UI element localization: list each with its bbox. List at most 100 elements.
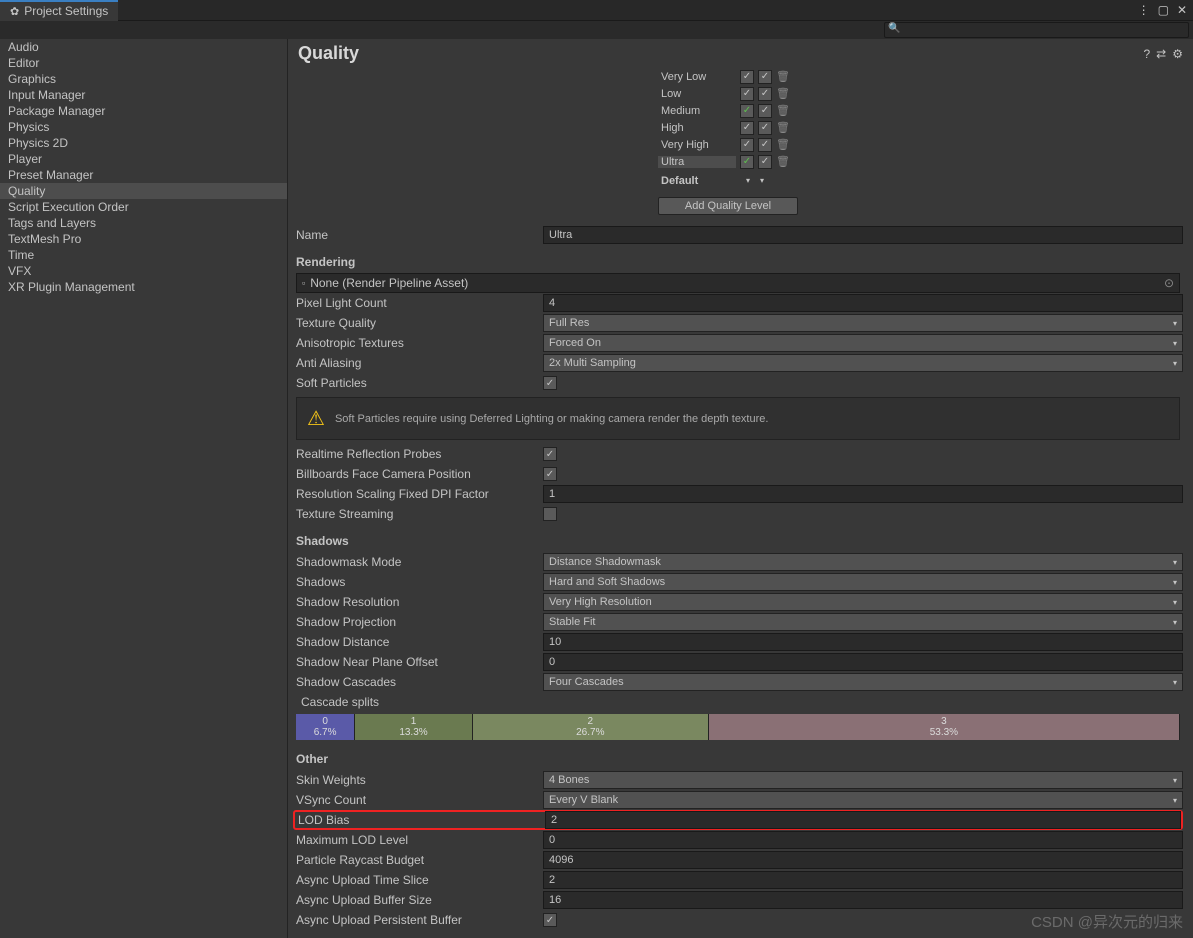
default-dropdown-2[interactable]: ▾ (760, 176, 764, 185)
content: Quality ? ⇄ ⚙ Very Low🗑Low🗑Medium🗑High🗑V… (288, 39, 1193, 938)
trash-icon[interactable]: 🗑 (776, 155, 790, 168)
sidebar-item-audio[interactable]: Audio (0, 39, 287, 55)
quality-platform-checkbox-1[interactable] (740, 70, 754, 84)
settings-icon[interactable]: ⚙ (1172, 47, 1183, 61)
pixel-light-count-field[interactable] (543, 294, 1183, 312)
help-icon[interactable]: ? (1143, 47, 1150, 61)
cascade-segment-0[interactable]: 06.7% (296, 714, 355, 740)
sidebar-item-editor[interactable]: Editor (0, 55, 287, 71)
quality-platform-checkbox-2[interactable] (758, 121, 772, 135)
skin-weights-dropdown[interactable]: 4 Bones▾ (543, 771, 1183, 789)
sidebar-item-tags-and-layers[interactable]: Tags and Layers (0, 215, 287, 231)
sidebar-item-player[interactable]: Player (0, 151, 287, 167)
billboards-face-camera-position-checkbox[interactable] (543, 467, 557, 481)
trash-icon[interactable]: 🗑 (776, 70, 790, 83)
sidebar-item-input-manager[interactable]: Input Manager (0, 87, 287, 103)
cascade-segment-1[interactable]: 113.3% (355, 714, 473, 740)
cascade-segment-2[interactable]: 226.7% (473, 714, 709, 740)
default-dropdown-1[interactable]: ▾ (746, 176, 750, 185)
field-row: ShadowsHard and Soft Shadows▾ (293, 572, 1183, 592)
close-icon[interactable]: ✕ (1177, 3, 1187, 17)
soft-particles-info: ⚠ Soft Particles require using Deferred … (296, 397, 1180, 440)
quality-platform-checkbox-1[interactable] (740, 155, 754, 169)
sidebar-item-preset-manager[interactable]: Preset Manager (0, 167, 287, 183)
vsync-count-dropdown[interactable]: Every V Blank▾ (543, 791, 1183, 809)
quality-platform-checkbox-2[interactable] (758, 155, 772, 169)
shadowmask-mode-dropdown[interactable]: Distance Shadowmask▾ (543, 553, 1183, 571)
field-label: VSync Count (293, 793, 543, 807)
field-label: Realtime Reflection Probes (293, 447, 543, 461)
shadow-projection-dropdown[interactable]: Stable Fit▾ (543, 613, 1183, 631)
resolution-scaling-fixed-dpi-factor-field[interactable] (543, 485, 1183, 503)
quality-level-label[interactable]: High (658, 122, 736, 134)
soft-particles-checkbox[interactable] (543, 376, 557, 390)
window-tab[interactable]: ✿ Project Settings (0, 0, 118, 21)
cascade-splits-slider[interactable]: 06.7%113.3%226.7%353.3% (296, 714, 1180, 740)
quality-level-row: Very High 🗑 (658, 136, 798, 153)
sidebar-item-physics-2d[interactable]: Physics 2D (0, 135, 287, 151)
field-row: Anti Aliasing2x Multi Sampling▾ (293, 353, 1183, 373)
sidebar-item-script-execution-order[interactable]: Script Execution Order (0, 199, 287, 215)
quality-platform-checkbox-1[interactable] (740, 87, 754, 101)
sidebar-item-graphics[interactable]: Graphics (0, 71, 287, 87)
add-quality-level-button[interactable]: Add Quality Level (658, 197, 798, 215)
quality-level-label[interactable]: Medium (658, 105, 736, 117)
sidebar-item-xr-plugin-management[interactable]: XR Plugin Management (0, 279, 287, 295)
trash-icon[interactable]: 🗑 (776, 87, 790, 100)
quality-platform-checkbox-2[interactable] (758, 70, 772, 84)
quality-platform-checkbox-1[interactable] (740, 138, 754, 152)
field-row: Shadow ProjectionStable Fit▾ (293, 612, 1183, 632)
field-label: Skin Weights (293, 773, 543, 787)
quality-level-label[interactable]: Very Low (658, 71, 736, 83)
particle-raycast-budget-field[interactable] (543, 851, 1183, 869)
sidebar-item-vfx[interactable]: VFX (0, 263, 287, 279)
quality-platform-checkbox-1[interactable] (740, 104, 754, 118)
async-upload-time-slice-field[interactable] (543, 871, 1183, 889)
quality-level-label[interactable]: Ultra (658, 156, 736, 168)
async-upload-persistent-buffer-checkbox[interactable] (543, 913, 557, 927)
cascade-segment-3[interactable]: 353.3% (709, 714, 1180, 740)
sidebar-item-quality[interactable]: Quality (0, 183, 287, 199)
texture-quality-dropdown[interactable]: Full Res▾ (543, 314, 1183, 332)
object-picker-icon[interactable]: ⊙ (1164, 276, 1174, 290)
shadows-dropdown[interactable]: Hard and Soft Shadows▾ (543, 573, 1183, 591)
render-pipeline-field[interactable]: ▫ None (Render Pipeline Asset) ⊙ (296, 273, 1180, 293)
shadow-near-plane-offset-field[interactable] (543, 653, 1183, 671)
presets-icon[interactable]: ⇄ (1156, 47, 1166, 61)
sidebar-item-physics[interactable]: Physics (0, 119, 287, 135)
quality-platform-checkbox-2[interactable] (758, 104, 772, 118)
maximum-lod-level-field[interactable] (543, 831, 1183, 849)
sidebar-item-time[interactable]: Time (0, 247, 287, 263)
realtime-reflection-probes-checkbox[interactable] (543, 447, 557, 461)
chevron-down-icon: ▾ (1173, 678, 1177, 687)
cascade-splits-label: Cascade splits (293, 695, 543, 709)
field-row: Shadow Distance (293, 632, 1183, 652)
field-label: Async Upload Time Slice (293, 873, 543, 887)
quality-level-row: Low 🗑 (658, 85, 798, 102)
shadow-distance-field[interactable] (543, 633, 1183, 651)
quality-platform-checkbox-2[interactable] (758, 87, 772, 101)
maximize-icon[interactable]: ▢ (1158, 3, 1169, 17)
chevron-down-icon: ▾ (1173, 339, 1177, 348)
sidebar-item-textmesh-pro[interactable]: TextMesh Pro (0, 231, 287, 247)
texture-streaming-checkbox[interactable] (543, 507, 557, 521)
quality-level-label[interactable]: Low (658, 88, 736, 100)
anisotropic-textures-dropdown[interactable]: Forced On▾ (543, 334, 1183, 352)
anti-aliasing-dropdown[interactable]: 2x Multi Sampling▾ (543, 354, 1183, 372)
quality-platform-checkbox-2[interactable] (758, 138, 772, 152)
trash-icon[interactable]: 🗑 (776, 121, 790, 134)
shadow-resolution-dropdown[interactable]: Very High Resolution▾ (543, 593, 1183, 611)
quality-platform-checkbox-1[interactable] (740, 121, 754, 135)
lod-bias-field[interactable] (545, 811, 1181, 829)
search-input[interactable] (884, 22, 1189, 38)
name-field[interactable] (543, 226, 1183, 244)
trash-icon[interactable]: 🗑 (776, 138, 790, 151)
menu-icon[interactable]: ⋮ (1138, 3, 1150, 17)
async-upload-buffer-size-field[interactable] (543, 891, 1183, 909)
sidebar-item-package-manager[interactable]: Package Manager (0, 103, 287, 119)
gear-icon: ✿ (10, 5, 19, 18)
shadow-cascades-dropdown[interactable]: Four Cascades▾ (543, 673, 1183, 691)
quality-level-label[interactable]: Very High (658, 139, 736, 151)
field-row: Texture Streaming (293, 504, 1183, 524)
trash-icon[interactable]: 🗑 (776, 104, 790, 117)
